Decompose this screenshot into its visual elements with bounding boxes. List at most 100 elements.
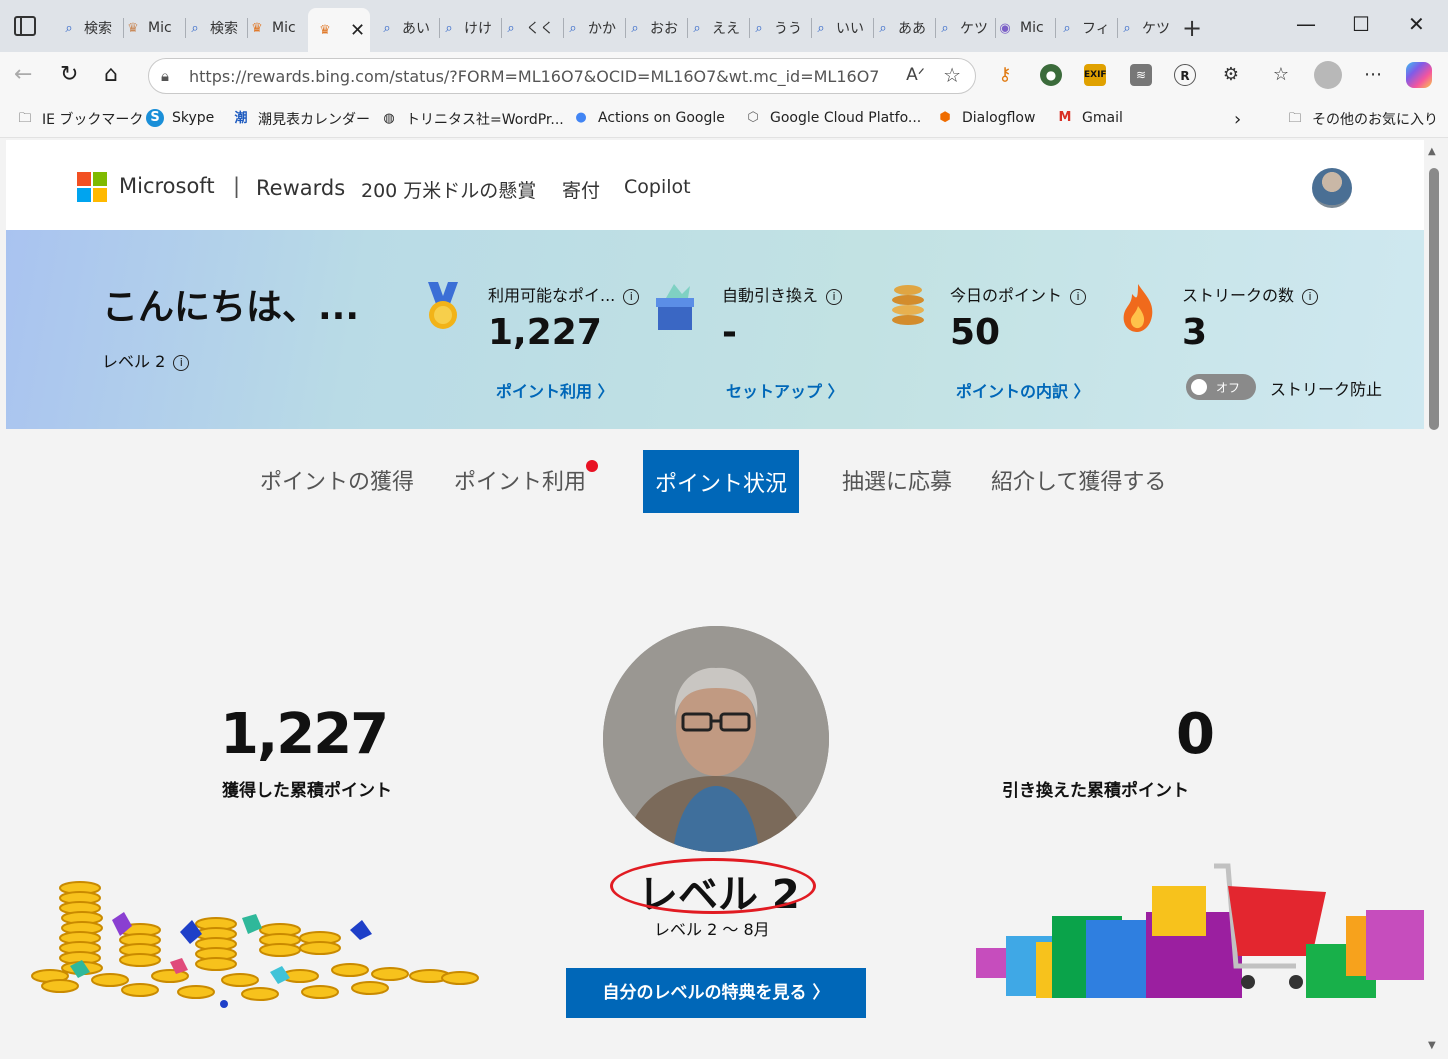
profile-icon[interactable] (1314, 61, 1342, 89)
browser-tab[interactable]: ⌕ かか (564, 10, 626, 46)
streak-protection-toggle[interactable]: オフ (1186, 374, 1256, 400)
rewards-icon: ♛ (251, 20, 263, 36)
skype-icon: S (146, 109, 164, 127)
redeem-points-link[interactable]: ポイント利用 〉 (496, 378, 614, 402)
info-icon[interactable]: i (623, 288, 640, 305)
browser-tab[interactable]: ⌕ ああ (874, 10, 936, 46)
bookmark-item[interactable]: S Skype (146, 109, 214, 127)
annotation-circle (610, 858, 816, 914)
search-icon: ⌕ (817, 20, 825, 36)
globe-icon: ◍ (383, 111, 395, 126)
available-points-value: 1,227 (488, 312, 602, 353)
browser-tab[interactable]: ⌕ くく (502, 10, 564, 46)
bookmark-item[interactable]: 🗀︎ IE ブックマーク (16, 109, 143, 129)
rewards-icon: ♛ (319, 22, 331, 38)
url-text[interactable]: https://rewards.bing.com/status/?FORM=ML… (189, 67, 879, 86)
redeemed-points-value: 0 (1176, 702, 1215, 767)
address-toolbar: ← ↻ ⌂ 🔒︎ https://rewards.bing.com/status… (0, 52, 1448, 100)
search-icon: ⌕ (631, 20, 639, 36)
browser-tab[interactable]: ♛ Mic (248, 10, 308, 46)
setup-link[interactable]: セットアップ 〉 (726, 378, 844, 402)
favorite-star-icon[interactable]: ☆ (943, 63, 961, 87)
browser-tab[interactable]: ⌕ あい (378, 10, 440, 46)
tab-actions-icon[interactable] (14, 16, 36, 36)
bookmark-item[interactable]: 潮潮見表カレンダー (232, 109, 370, 129)
more-menu-icon[interactable]: ⋯ (1362, 64, 1384, 86)
bookmark-item[interactable]: M Gmail (1056, 109, 1123, 127)
browser-tab[interactable]: ⌕ フィ (1058, 10, 1118, 46)
earned-points-label: 獲得した累積ポイント (222, 781, 392, 801)
browser-tab[interactable]: ⌕ おお (626, 10, 688, 46)
bookmark-item[interactable]: ⬢ Dialogflow (936, 109, 1035, 127)
scroll-down-arrow-icon[interactable]: ▼ (1428, 1040, 1436, 1051)
nav-donate[interactable]: 寄付 (562, 176, 600, 203)
home-icon[interactable]: ⌂ (104, 62, 118, 87)
tab-sweepstakes[interactable]: 抽選に応募 (842, 464, 952, 496)
extensions-icon[interactable]: ⚙ (1220, 64, 1242, 86)
lock-icon[interactable]: 🔒︎ (161, 67, 169, 85)
favorites-icon[interactable]: ☆ (1270, 64, 1292, 86)
close-window-icon[interactable]: ✕ (1408, 12, 1425, 36)
nav-copilot[interactable]: Copilot (624, 176, 691, 198)
browser-tab[interactable]: ⌕ 検索 (186, 10, 248, 46)
read-aloud-icon[interactable]: Aᐟ (906, 65, 925, 85)
search-icon: ⌕ (569, 20, 577, 36)
bookmark-item[interactable]: ● Actions on Google (572, 109, 725, 127)
nav-rewards[interactable]: Rewards (256, 176, 345, 200)
bookmarks-overflow-chevron-icon[interactable]: › (1234, 109, 1241, 130)
view-benefits-button[interactable]: 自分のレベルの特典を見る 〉 (566, 968, 866, 1018)
other-favorites[interactable]: 🗀︎ その他のお気に入り (1286, 109, 1438, 129)
new-tab-icon[interactable]: + (1182, 14, 1202, 42)
back-icon[interactable]: ← (14, 62, 32, 87)
exif-extension-icon[interactable]: EXIF (1084, 64, 1107, 86)
rw-extension-icon[interactable]: R (1174, 64, 1196, 86)
browser-tab[interactable]: ⌕ いい (812, 10, 874, 46)
coin-stack-icon (892, 285, 924, 325)
brand-name[interactable]: Microsoft (119, 174, 215, 198)
info-icon[interactable]: i (1302, 288, 1319, 305)
tab-redeem[interactable]: ポイント利用 (454, 464, 586, 496)
scroll-up-arrow-icon[interactable]: ▲ (1428, 146, 1436, 157)
tab-refer[interactable]: 紹介して獲得する (991, 464, 1166, 496)
microsoft-logo-icon[interactable] (77, 172, 108, 203)
close-tab-icon[interactable]: ✕ (350, 20, 365, 41)
address-bar[interactable]: 🔒︎ https://rewards.bing.com/status/?FORM… (148, 58, 976, 94)
rss-icon[interactable]: ≋ (1130, 64, 1152, 86)
browser-tab[interactable]: ⌕ けけ (440, 10, 502, 46)
folder-icon: 🗀︎ (18, 111, 32, 126)
refresh-icon[interactable]: ↻ (60, 62, 78, 87)
google-assistant-icon: ● (575, 110, 587, 125)
bookmark-item[interactable]: ◍ トリニタス社=WordPr... (380, 109, 563, 129)
rewards-tabs: ポイントの獲得 ポイント利用 ポイント状況 抽選に応募 紹介して獲得する (6, 450, 1424, 514)
browser-tab[interactable]: ⌕ うう (750, 10, 812, 46)
tab-earn[interactable]: ポイントの獲得 (260, 464, 414, 496)
points-breakdown-link[interactable]: ポイントの内訳 〉 (956, 378, 1090, 402)
tab-status[interactable]: ポイント状況 (643, 450, 800, 513)
shopping-illustration (976, 863, 1424, 998)
browser-tab[interactable]: ⌕ ケツ (936, 10, 996, 46)
scrollbar-thumb[interactable] (1429, 168, 1439, 430)
browser-tab[interactable]: ⌕ 検索 (60, 10, 124, 46)
rewards-page: Microsoft | Rewards 200 万米ドルの懸賞 寄付 Copil… (6, 140, 1424, 1059)
copilot-icon[interactable] (1406, 62, 1432, 88)
extension-icon[interactable]: ● (1040, 64, 1062, 86)
info-icon[interactable]: i (173, 354, 190, 371)
browser-tab[interactable]: ◉ Mic (996, 10, 1056, 46)
browser-tab-active[interactable]: ♛ ✕ (308, 8, 370, 52)
search-icon: ⌕ (65, 20, 73, 36)
medal-icon (428, 282, 458, 329)
browser-tab[interactable]: ♛ Mic (124, 10, 186, 46)
redeemed-points-label: 引き換えた累積ポイント (1002, 781, 1189, 801)
browser-tab[interactable]: ⌕ ええ (688, 10, 750, 46)
avatar[interactable] (1312, 168, 1352, 208)
search-icon: ⌕ (1063, 20, 1071, 36)
key-extension-icon[interactable]: ⚷ (994, 64, 1016, 86)
nav-sweepstakes[interactable]: 200 万米ドルの懸賞 (361, 176, 536, 203)
minimize-icon[interactable]: — (1296, 12, 1316, 36)
info-icon[interactable]: i (826, 288, 843, 305)
maximize-icon[interactable]: ☐ (1352, 12, 1370, 36)
search-icon: ⌕ (445, 20, 453, 36)
browser-tab[interactable]: ⌕ ケツ (1118, 10, 1178, 46)
bookmark-item[interactable]: ⬡ Google Cloud Platfo... (744, 109, 921, 127)
info-icon[interactable]: i (1070, 288, 1087, 305)
